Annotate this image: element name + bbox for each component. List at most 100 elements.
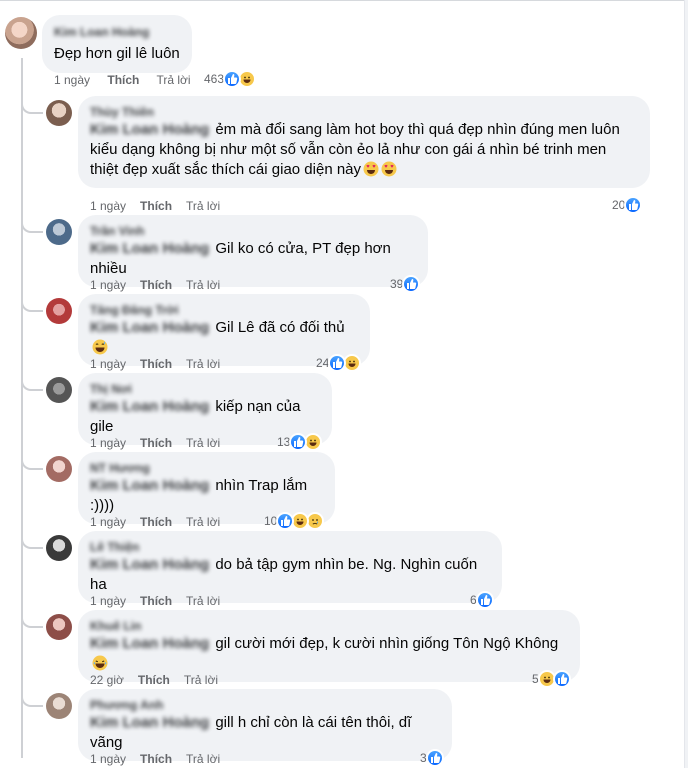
like-icon (624, 196, 643, 214)
reply-branch-line (21, 298, 43, 312)
reply-button[interactable]: Trả lời (186, 278, 220, 292)
reply-time[interactable]: 1 ngày (90, 278, 126, 292)
like-button[interactable]: Thích (140, 752, 172, 766)
joy-emoji (92, 655, 108, 671)
reply-author[interactable]: Phương Anh (90, 697, 440, 713)
reaction-summary[interactable]: 10 (264, 512, 325, 530)
comment-time[interactable]: 1 ngày (54, 73, 90, 87)
reaction-summary[interactable]: 6 (470, 591, 494, 609)
like-button[interactable]: Thích (140, 278, 172, 292)
reply-actions: 1 ngày Thích Trả lời (90, 356, 234, 372)
reply-author[interactable]: Khuê Lin (90, 618, 568, 634)
comment-bubble: Kim Loan Hoàng Đẹp hơn gil lê luôn (42, 15, 192, 73)
thread-line (21, 58, 23, 758)
reply-text-line: Kim Loan Hoàng do bả tập gym nhìn be. Ng… (90, 555, 490, 595)
reaction-summary[interactable]: 5 (532, 670, 571, 688)
reply-button[interactable]: Trả lời (186, 752, 220, 766)
mention-tag[interactable]: Kim Loan Hoàng (90, 397, 209, 417)
like-button[interactable]: Thích (140, 594, 172, 608)
reply-branch-line (21, 693, 43, 707)
reaction-summary[interactable]: 24 (316, 354, 362, 372)
avatar[interactable] (46, 219, 72, 245)
heart-eyes-emoji (381, 161, 397, 177)
reaction-count: 10 (264, 514, 278, 528)
reply-time[interactable]: 1 ngày (90, 436, 126, 450)
like-button[interactable]: Thích (140, 199, 172, 213)
reply-author[interactable]: Thùy Thiên (90, 104, 638, 120)
mention-tag[interactable]: Kim Loan Hoàng (90, 634, 209, 654)
grin-sweat-emoji (92, 339, 108, 355)
reply-actions: 22 giờ Thích Trả lời (90, 672, 232, 688)
reply-button[interactable]: Trả lời (186, 199, 220, 213)
reaction-count: 39 (390, 277, 404, 291)
avatar[interactable] (46, 614, 72, 640)
reply-author[interactable]: Trần Vinh (90, 223, 416, 239)
reaction-summary[interactable]: 39 (390, 275, 421, 293)
like-icon (552, 670, 571, 688)
comment-text: Đẹp hơn gil lê luôn (54, 45, 180, 62)
reply-author[interactable]: Thị Nơi (90, 381, 320, 397)
reply-time[interactable]: 22 giờ (90, 673, 124, 687)
reply-branch-line (21, 219, 43, 233)
like-button[interactable]: Thích (107, 73, 139, 87)
reply-text: ẻm mà đổi sang làm hot boy thì quá đẹp n… (215, 121, 620, 138)
reply-text: Gil Lê đã có đối thủ (215, 319, 345, 336)
reply-time[interactable]: 1 ngày (90, 515, 126, 529)
reply-time[interactable]: 1 ngày (90, 752, 126, 766)
reply-author[interactable]: Lê Thiện (90, 539, 490, 555)
reply-button[interactable]: Trả lời (186, 515, 220, 529)
reply-time[interactable]: 1 ngày (90, 199, 126, 213)
reply-button[interactable]: Trả lời (186, 357, 220, 371)
reply-author[interactable]: NT Hương (90, 460, 323, 476)
comment-author[interactable]: Kim Loan Hoàng (54, 24, 180, 40)
like-icon (276, 512, 295, 530)
like-button[interactable]: Thích (140, 515, 172, 529)
like-icon (402, 275, 421, 293)
mention-tag[interactable]: Kim Loan Hoàng (90, 120, 209, 140)
avatar[interactable] (46, 298, 72, 324)
reply-time[interactable]: 1 ngày (90, 357, 126, 371)
reply-button[interactable]: Trả lời (157, 73, 191, 87)
reply-branch-line (21, 614, 43, 628)
reply-text: gil cười mới đẹp, k cười nhìn giống Tôn … (215, 635, 559, 652)
reply-time[interactable]: 1 ngày (90, 594, 126, 608)
reply-branch-line (21, 377, 43, 391)
like-icon (328, 354, 347, 372)
reaction-summary[interactable]: 463 (204, 70, 257, 88)
avatar[interactable] (46, 693, 72, 719)
mention-tag[interactable]: Kim Loan Hoàng (90, 713, 209, 733)
reaction-count: 20 (612, 198, 626, 212)
heart-eyes-emoji (363, 161, 379, 177)
like-button[interactable]: Thích (138, 673, 170, 687)
reply-text-line: Kim Loan Hoàng nhìn Trap lắm :)))) (90, 476, 323, 516)
reply-text: kiểu dạng không bị như một số vẫn còn ẻo… (90, 141, 607, 158)
mention-tag[interactable]: Kim Loan Hoàng (90, 239, 209, 259)
reply-author[interactable]: Tăng Đăng Trời (90, 302, 358, 318)
reply-text-line: Kim Loan Hoàng ẻm mà đổi sang làm hot bo… (90, 120, 638, 140)
reply-text: thiệt đẹp xuất sắc thích cái giao diện n… (90, 161, 362, 178)
scrollbar[interactable] (684, 0, 688, 768)
mention-tag[interactable]: Kim Loan Hoàng (90, 476, 209, 496)
haha-icon (304, 433, 323, 451)
avatar[interactable] (46, 535, 72, 561)
reply-actions: 1 ngày Thích Trả lời (90, 198, 234, 214)
reply-branch-line (21, 100, 43, 114)
reply-text-line: Kim Loan Hoàng Gil Lê đã có đối thủ (90, 318, 358, 358)
reaction-summary[interactable]: 20 (612, 196, 643, 214)
avatar[interactable] (5, 17, 37, 49)
avatar[interactable] (46, 100, 72, 126)
mention-tag[interactable]: Kim Loan Hoàng (90, 318, 209, 338)
avatar[interactable] (46, 456, 72, 482)
reply-button[interactable]: Trả lời (184, 673, 218, 687)
avatar[interactable] (46, 377, 72, 403)
mention-tag[interactable]: Kim Loan Hoàng (90, 555, 209, 575)
reply-button[interactable]: Trả lời (186, 436, 220, 450)
like-button[interactable]: Thích (140, 357, 172, 371)
reply-text-line: Kim Loan Hoàng gil cười mới đẹp, k cười … (90, 634, 568, 674)
reply-button[interactable]: Trả lời (186, 594, 220, 608)
like-icon (289, 433, 308, 451)
like-button[interactable]: Thích (140, 436, 172, 450)
reaction-summary[interactable]: 13 (277, 433, 323, 451)
haha-icon (343, 354, 362, 372)
reaction-summary[interactable]: 3 (420, 749, 444, 767)
